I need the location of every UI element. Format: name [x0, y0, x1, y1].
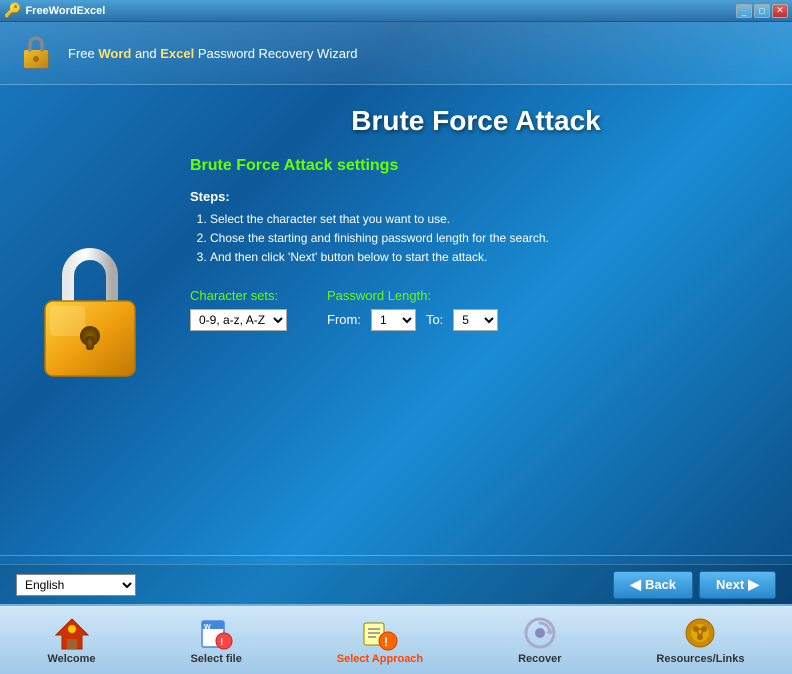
padlock-large-icon	[30, 241, 150, 391]
separator	[0, 555, 792, 556]
taskbar: Welcome W ! Select file ! Se	[0, 604, 792, 674]
right-panel: Brute Force Attack Brute Force Attack se…	[180, 85, 792, 547]
back-arrow-icon: ◀	[630, 576, 641, 593]
taskbar-item-welcome[interactable]: Welcome	[39, 611, 103, 669]
recover-icon	[522, 615, 558, 651]
maximize-button[interactable]: □	[754, 4, 770, 18]
language-select[interactable]: English Deutsch Français Español	[16, 574, 136, 596]
app-title: FreeWordExcel	[25, 5, 105, 17]
minimize-button[interactable]: _	[736, 4, 752, 18]
steps-label: Steps:	[190, 189, 762, 204]
select-file-label: Select file	[190, 653, 241, 665]
from-select[interactable]: 1 2 3 4 5	[371, 309, 416, 331]
welcome-label: Welcome	[47, 653, 95, 665]
header-bar: Free Word and Excel Password Recovery Wi…	[0, 22, 792, 85]
to-label: To:	[426, 312, 443, 327]
content-area: Brute Force Attack Brute Force Attack se…	[0, 85, 792, 547]
header-lock-icon	[16, 30, 56, 76]
main-container: Free Word and Excel Password Recovery Wi…	[0, 22, 792, 604]
nav-buttons: ◀ Back Next ▶	[613, 571, 776, 599]
to-select[interactable]: 1 2 3 4 5 6 7 8	[453, 309, 498, 331]
taskbar-item-select-file[interactable]: W ! Select file	[182, 611, 249, 669]
titlebar-controls: _ □ ✕	[736, 4, 788, 18]
left-panel	[0, 85, 180, 547]
header-excel: Excel	[160, 46, 194, 61]
select-approach-icon: !	[362, 615, 398, 651]
header-word: Word	[98, 46, 131, 61]
settings-row: Character sets: 0-9, a-z, A-Z 0-9 a-z A-…	[190, 288, 762, 331]
next-arrow-icon: ▶	[748, 576, 759, 593]
bottom-bar: English Deutsch Français Español ◀ Back …	[0, 564, 792, 604]
header-title: Free Word and Excel Password Recovery Wi…	[68, 46, 358, 61]
taskbar-item-recover[interactable]: Recover	[510, 611, 569, 669]
close-button[interactable]: ✕	[772, 4, 788, 18]
resources-icon	[682, 615, 718, 651]
select-approach-label: Select Approach	[337, 653, 423, 665]
from-label: From:	[327, 312, 361, 327]
svg-text:W: W	[204, 624, 211, 631]
resources-label: Resources/Links	[656, 653, 744, 665]
svg-text:!: !	[384, 635, 388, 649]
select-file-icon: W !	[198, 615, 234, 651]
section-title: Brute Force Attack settings	[190, 157, 762, 175]
titlebar-left: 🔑 FreeWordExcel	[4, 2, 105, 19]
header-suffix: Password Recovery Wizard	[194, 46, 357, 61]
welcome-icon	[54, 615, 90, 651]
header-and: and	[131, 46, 160, 61]
step-1: Select the character set that you want t…	[210, 210, 762, 229]
step-2: Chose the starting and finishing passwor…	[210, 229, 762, 248]
app-icon: 🔑	[4, 2, 21, 19]
recover-label: Recover	[518, 653, 561, 665]
header-free: Free	[68, 46, 98, 61]
steps-list: Select the character set that you want t…	[190, 210, 762, 268]
charset-select[interactable]: 0-9, a-z, A-Z 0-9 a-z A-Z a-z, A-Z All p…	[190, 309, 287, 331]
page-title: Brute Force Attack	[190, 105, 762, 137]
charset-label: Character sets:	[190, 288, 287, 303]
taskbar-item-select-approach[interactable]: ! Select Approach	[329, 611, 431, 669]
back-button[interactable]: ◀ Back	[613, 571, 693, 599]
from-to-row: From: 1 2 3 4 5 To: 1 2 3	[327, 309, 498, 331]
charset-group: Character sets: 0-9, a-z, A-Z 0-9 a-z A-…	[190, 288, 287, 331]
titlebar: 🔑 FreeWordExcel _ □ ✕	[0, 0, 792, 22]
step-3: And then click 'Next' button below to st…	[210, 248, 762, 267]
svg-text:!: !	[220, 637, 223, 648]
next-label: Next	[716, 577, 744, 592]
password-length-group: Password Length: From: 1 2 3 4 5 To: 1	[327, 288, 498, 331]
language-select-wrap: English Deutsch Français Español	[16, 574, 136, 596]
taskbar-item-resources[interactable]: Resources/Links	[648, 611, 752, 669]
next-button[interactable]: Next ▶	[699, 571, 776, 599]
back-label: Back	[645, 577, 676, 592]
password-length-label: Password Length:	[327, 288, 498, 303]
